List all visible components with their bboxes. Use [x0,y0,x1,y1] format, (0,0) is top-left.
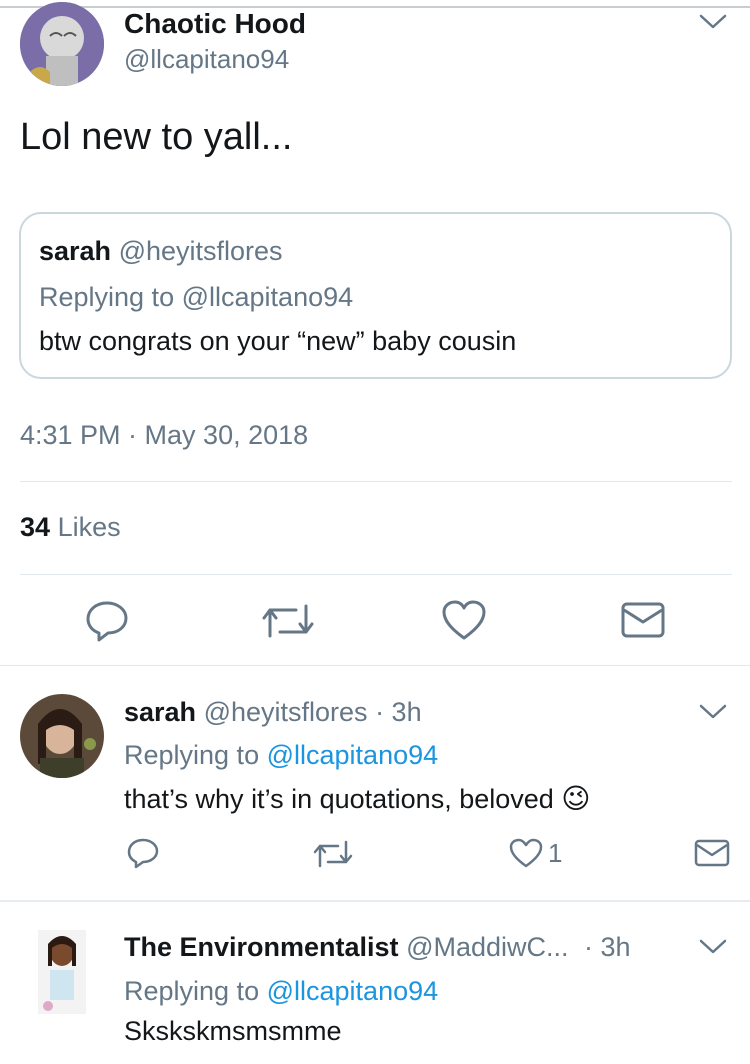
quoted-replying-to: Replying to @llcapitano94 [39,282,353,313]
replying-prefix: Replying to [124,740,260,770]
heart-icon [509,838,543,868]
divider [20,574,732,575]
quoted-author-handle: @heyitsflores [118,236,283,266]
divider [0,900,750,902]
retweet-icon[interactable] [260,600,316,642]
replying-prefix: Replying to [39,282,175,312]
likes-stat[interactable]: 34 Likes [20,512,121,543]
quoted-tweet-header: sarah @heyitsflores [39,236,283,267]
reply-author-handle[interactable]: @MaddiwC... [406,932,568,962]
quoted-tweet-text: btw congrats on your “new” baby cousin [39,326,517,356]
reply-replying-to: Replying to @llcapitano94 [124,976,438,1007]
reply-text: Skskskmsmsmme [124,1016,342,1046]
top-border [0,6,750,8]
reply-text-line: that’s why it’s in quotations, beloved 😉 [124,782,591,815]
avatar[interactable] [20,930,104,1014]
avatar-image [20,694,104,778]
chevron-down-icon[interactable] [698,937,728,957]
reply-time[interactable]: · 3h [584,932,631,962]
tweet-text: Lol new to yall... [20,116,293,158]
envelope-icon[interactable] [620,600,666,640]
likes-label: Likes [57,512,121,542]
reply-header: The Environmentalist @MaddiwC... · 3h [124,932,631,963]
reply-author-name[interactable]: sarah [124,697,196,727]
avatar[interactable] [20,694,104,778]
chevron-down-icon[interactable] [698,12,728,32]
envelope-icon[interactable] [694,838,730,868]
divider [20,481,732,482]
replying-prefix: Replying to [124,976,260,1006]
wink-emoji: 😉 [561,783,591,814]
likes-count: 34 [20,512,51,542]
chevron-down-icon[interactable] [698,702,728,722]
avatar-image [20,2,104,86]
tweet-timestamp[interactable]: 4:31 PM · May 30, 2018 [20,420,308,451]
retweet-icon[interactable] [312,838,354,870]
reply-header: sarah @heyitsflores · 3h [124,697,422,728]
reply-author-name[interactable]: The Environmentalist [124,932,399,962]
replying-handle-link[interactable]: @llcapitano94 [267,976,439,1006]
replying-handle: @llcapitano94 [181,282,354,312]
quoted-author-name: sarah [39,236,112,266]
avatar-image [38,930,86,1014]
like-action[interactable]: 1 [508,836,562,870]
like-count: 1 [548,837,563,868]
author-name[interactable]: Chaotic Hood [124,8,306,40]
divider [0,665,750,666]
avatar[interactable] [20,2,104,86]
author-handle[interactable]: @llcapitano94 [124,44,289,75]
speech-bubble-icon[interactable] [84,598,130,644]
heart-icon[interactable] [440,598,488,642]
reply-time[interactable]: · 3h [375,697,422,727]
reply-replying-to: Replying to @llcapitano94 [124,740,438,771]
reply-author-handle[interactable]: @heyitsflores [204,697,368,727]
reply-text: that’s why it’s in quotations, beloved [124,784,554,814]
speech-bubble-icon[interactable] [126,836,160,870]
replying-handle-link[interactable]: @llcapitano94 [267,740,439,770]
